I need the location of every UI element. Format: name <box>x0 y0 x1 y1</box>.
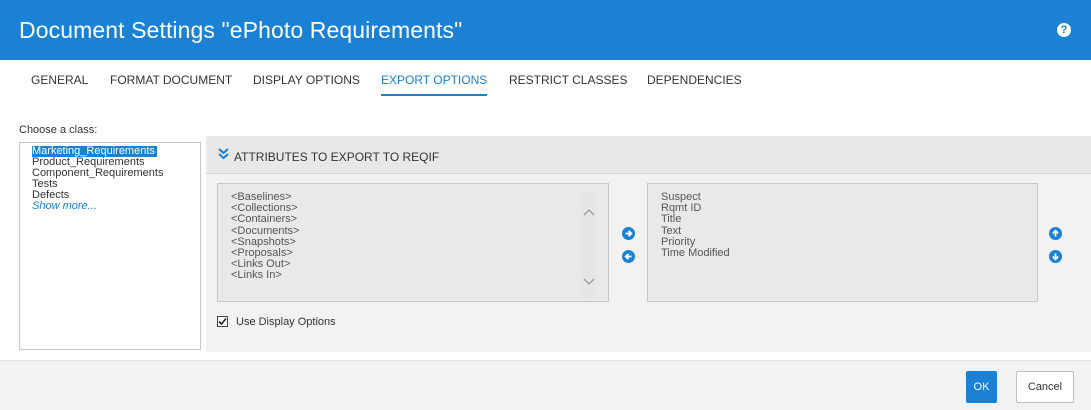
help-icon[interactable]: ? <box>1057 23 1071 37</box>
tab-format-document[interactable]: FORMAT DOCUMENT <box>110 73 232 87</box>
arrow-left-icon <box>624 253 632 260</box>
checkmark-icon <box>218 317 227 326</box>
dialog-footer: OK Cancel <box>0 360 1091 410</box>
available-attributes-list[interactable]: <Baselines> <Collections> <Containers> <… <box>217 183 609 302</box>
move-down-button[interactable] <box>1049 250 1062 263</box>
tab-general[interactable]: GENERAL <box>31 73 88 87</box>
move-left-button[interactable] <box>622 250 635 263</box>
scroll-up-icon[interactable] <box>583 206 595 218</box>
dialog-title: Document Settings "ePhoto Requirements" <box>19 17 463 43</box>
export-attributes-panel: ATTRIBUTES TO EXPORT TO REQIF <Baselines… <box>206 136 1091 352</box>
export-panel-title: ATTRIBUTES TO EXPORT TO REQIF <box>234 150 440 164</box>
tab-bar: GENERAL FORMAT DOCUMENT DISPLAY OPTIONS … <box>0 60 1091 100</box>
use-display-options-label[interactable]: Use Display Options <box>236 316 336 328</box>
available-list-scrollbar[interactable] <box>582 192 596 298</box>
show-more-link[interactable]: Show more... <box>32 201 97 212</box>
list-item[interactable]: Title <box>661 214 1037 225</box>
list-item[interactable]: Suspect <box>661 191 1037 203</box>
ok-button[interactable]: OK <box>966 371 997 403</box>
list-item[interactable]: Time Modified <box>661 247 1037 259</box>
list-item[interactable]: <Containers> <box>231 214 608 225</box>
choose-class-label: Choose a class: <box>19 124 98 136</box>
move-right-button[interactable] <box>622 227 635 240</box>
list-item[interactable]: Text <box>661 225 1037 237</box>
cancel-button[interactable]: Cancel <box>1016 371 1074 403</box>
class-list: Marketing_Requirements Product_Requireme… <box>19 142 201 350</box>
use-display-options-checkbox[interactable] <box>217 316 228 327</box>
arrow-right-icon <box>625 230 633 237</box>
selected-attributes-list[interactable]: Suspect Rqmt ID Title Text Priority Time… <box>647 183 1038 302</box>
move-up-button[interactable] <box>1049 227 1062 240</box>
arrow-down-icon <box>1052 253 1059 261</box>
scroll-down-icon[interactable] <box>583 276 595 288</box>
list-item[interactable]: <Links Out> <box>231 259 608 270</box>
list-item[interactable]: <Links In> <box>231 270 608 281</box>
tab-dependencies[interactable]: DEPENDENCIES <box>647 73 742 87</box>
arrow-up-icon <box>1052 229 1059 237</box>
double-chevron-down-icon[interactable] <box>218 148 229 163</box>
tab-restrict-classes[interactable]: RESTRICT CLASSES <box>509 73 627 87</box>
tab-display-options[interactable]: DISPLAY OPTIONS <box>253 73 360 87</box>
tab-export-options[interactable]: EXPORT OPTIONS <box>381 73 488 96</box>
export-panel-header[interactable]: ATTRIBUTES TO EXPORT TO REQIF <box>206 136 1091 174</box>
dialog-titlebar: Document Settings "ePhoto Requirements" … <box>0 0 1091 60</box>
list-item[interactable]: Rqmt ID <box>661 202 1037 214</box>
